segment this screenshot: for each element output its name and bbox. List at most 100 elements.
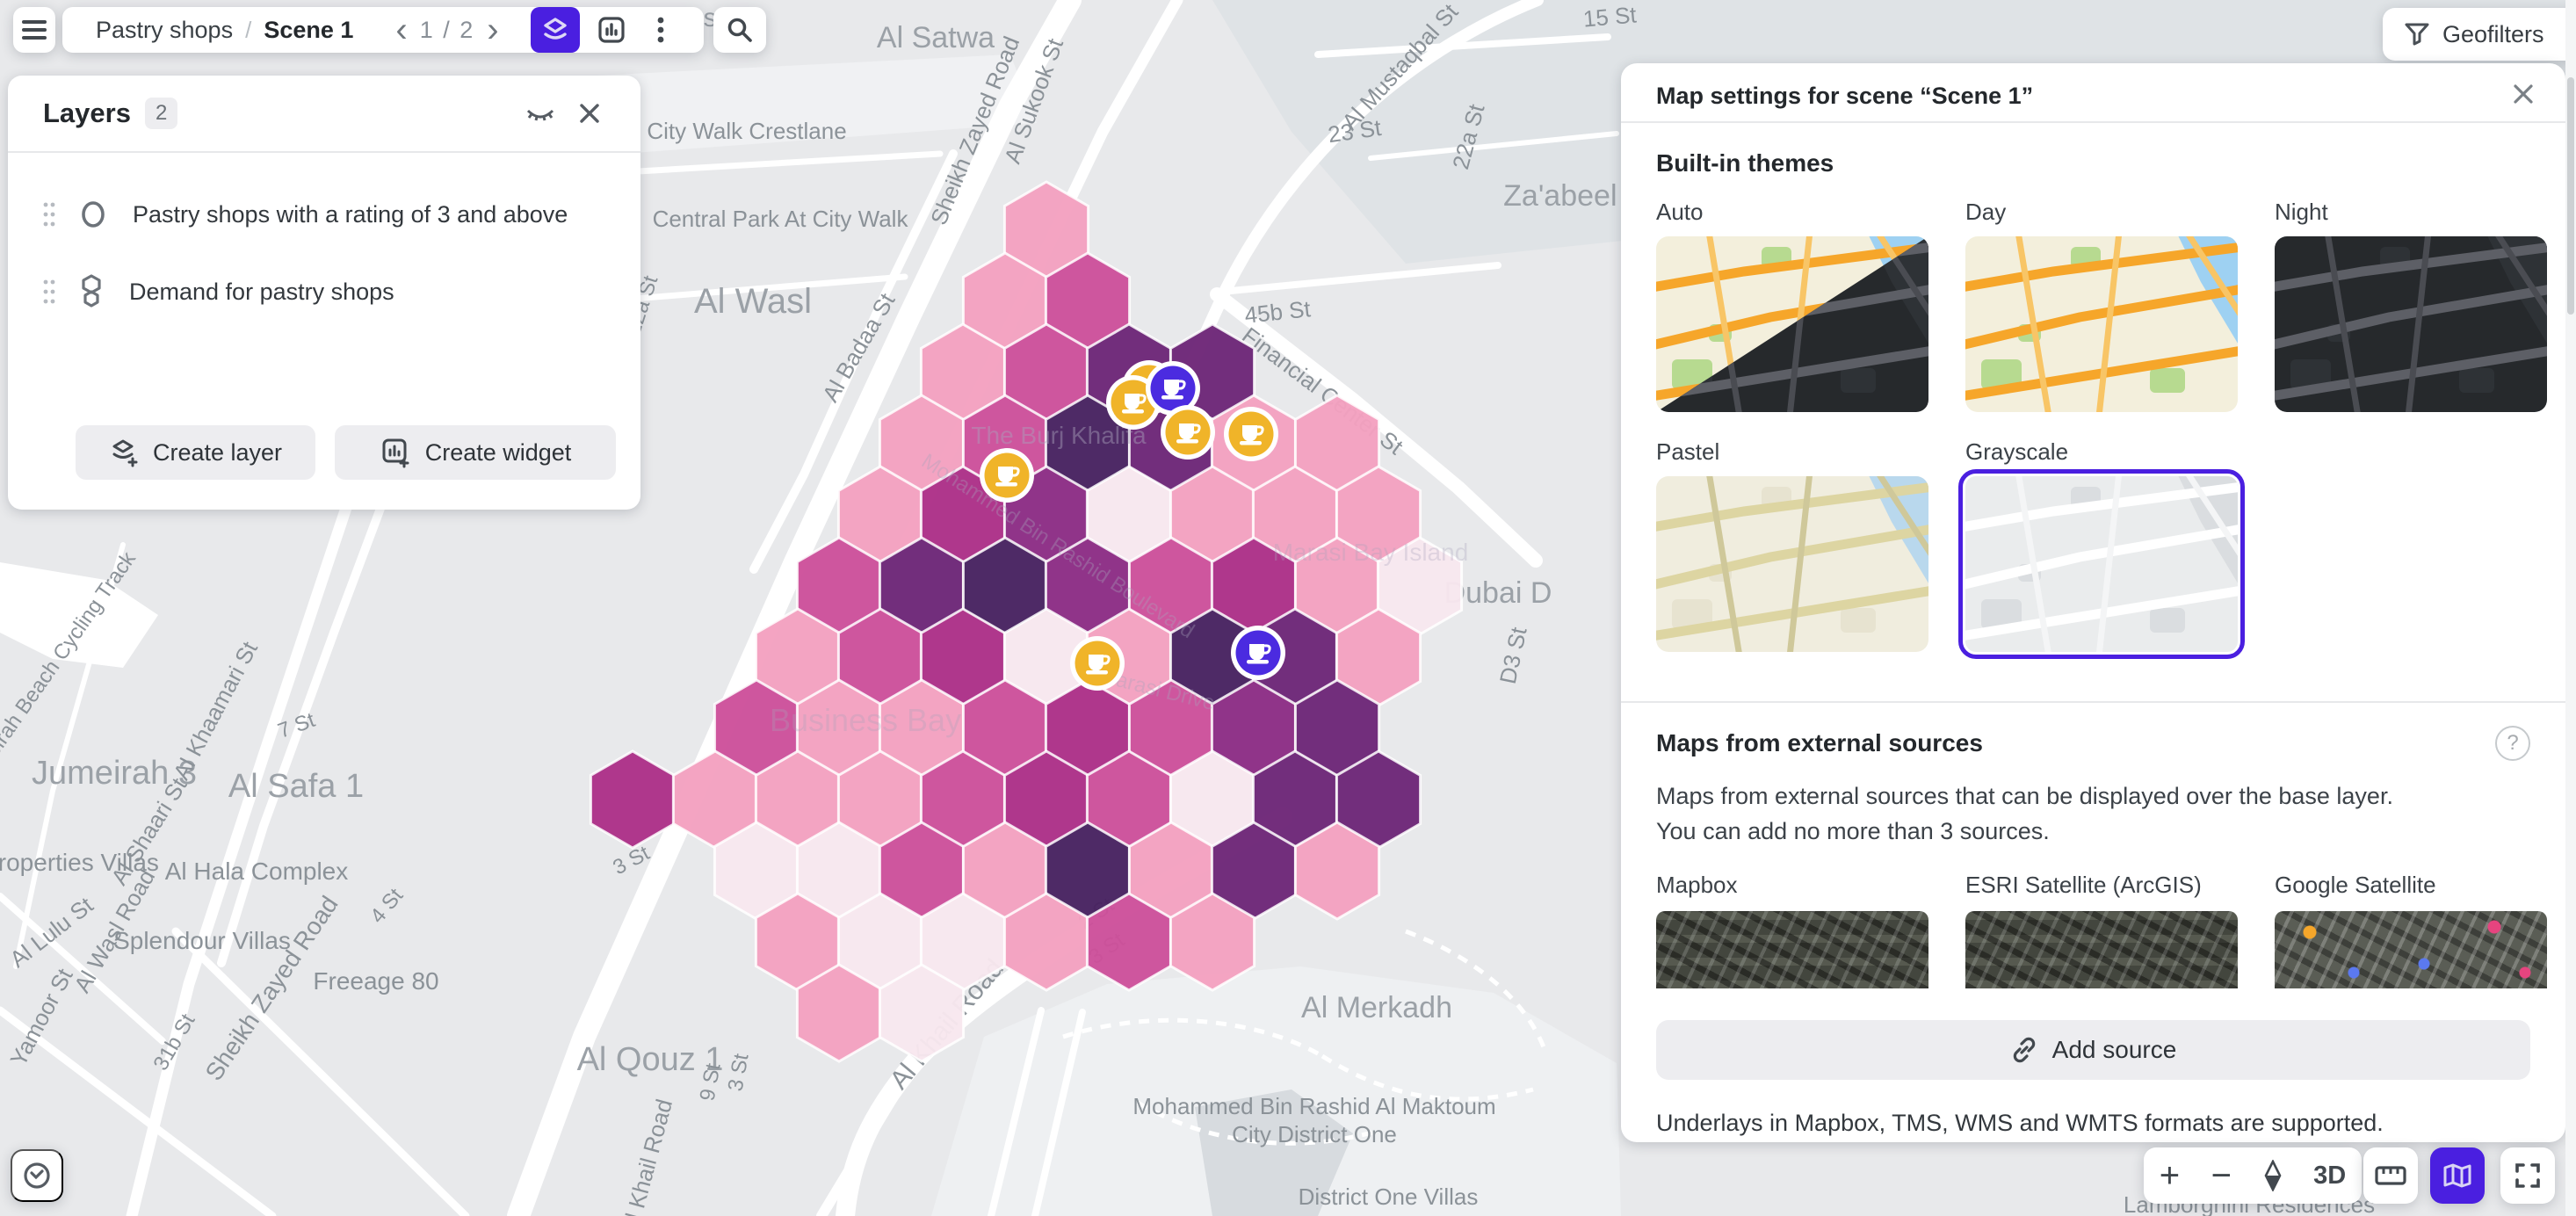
help-icon[interactable]: ? [2495, 726, 2530, 761]
create-widget-button[interactable]: Create widget [335, 425, 616, 480]
map-label: Al Hala Complex [165, 858, 349, 885]
source-thumbnail[interactable] [2275, 911, 2547, 988]
scene-name[interactable]: Scene 1 [264, 17, 353, 44]
fullscreen-icon [2514, 1162, 2541, 1189]
shop-marker-yellow[interactable] [980, 448, 1034, 503]
theme-name: Auto [1656, 199, 1928, 226]
layer-item-1[interactable]: Demand for pastry shops [8, 253, 640, 330]
layer-item-label: Demand for pastry shops [129, 279, 394, 306]
source-name: Google Satellite [2275, 872, 2547, 899]
close-icon [578, 102, 601, 125]
external-sources-title: Maps from external sources [1656, 729, 1983, 757]
layers-panel-title: Layers [43, 98, 131, 129]
shop-marker-yellow[interactable] [1224, 407, 1278, 461]
ruler-icon [2375, 1164, 2406, 1187]
map-label: 15 St [1582, 1, 1639, 32]
map-label: City Walk Crestlane [647, 118, 846, 144]
search-button[interactable] [713, 7, 766, 53]
layers-icon [540, 15, 570, 45]
sources-grid: MapboxESRI Satellite (ArcGIS)Google Sate… [1656, 872, 2530, 988]
map-label: Freeage 80 [313, 967, 438, 995]
theme-name: Night [2275, 199, 2547, 226]
geofilters-button[interactable]: Geofilters [2383, 8, 2576, 61]
drag-handle-icon[interactable] [43, 201, 55, 228]
map-zoom-controls: + − 3D [2144, 1147, 2362, 1204]
source-thumbnail[interactable] [1656, 911, 1928, 988]
window-scrollbar[interactable] [2565, 0, 2576, 1216]
create-layer-icon [109, 438, 139, 467]
next-scene-button[interactable]: › [474, 12, 510, 47]
drag-handle-icon[interactable] [43, 279, 55, 305]
theme-option-grayscale[interactable]: Grayscale [1965, 438, 2238, 652]
layers-count-badge: 2 [145, 98, 177, 129]
external-sources-description: Maps from external sources that can be d… [1656, 778, 2530, 849]
theme-thumbnail[interactable] [1965, 236, 2238, 412]
layer-item-0[interactable]: Pastry shops with a rating of 3 and abov… [8, 176, 640, 253]
clock-icon [21, 1160, 53, 1191]
zoom-out-button[interactable]: − [2211, 1156, 2232, 1196]
basemap-button[interactable] [2430, 1147, 2485, 1204]
create-layer-button[interactable]: Create layer [76, 425, 315, 480]
toggle-3d-button[interactable]: 3D [2313, 1162, 2346, 1191]
compass-button[interactable] [2263, 1160, 2283, 1191]
settings-close-button[interactable] [2511, 82, 2536, 111]
source-option-google-satellite[interactable]: Google Satellite [2275, 872, 2547, 988]
shop-marker-yellow[interactable] [1161, 405, 1215, 460]
chart-icon [597, 15, 626, 45]
layer-item-label: Pastry shops with a rating of 3 and abov… [133, 201, 568, 228]
hexagons-icon [78, 274, 105, 309]
breadcrumb-separator: / [245, 17, 251, 44]
map-label: Al Safa 1 [228, 768, 364, 805]
add-source-button[interactable]: Add source [1656, 1020, 2530, 1080]
measure-button[interactable] [2363, 1147, 2418, 1204]
source-thumbnail[interactable] [1965, 911, 2238, 988]
shop-marker-yellow[interactable] [1070, 636, 1125, 691]
source-option-esri-satellite-arcgis-[interactable]: ESRI Satellite (ArcGIS) [1965, 872, 2238, 988]
map-label: Al Satwa [877, 21, 995, 54]
prev-scene-button[interactable]: ‹ [383, 12, 419, 47]
theme-thumbnail[interactable] [1965, 476, 2238, 652]
map-icon [2442, 1162, 2472, 1189]
funnel-icon [2404, 21, 2430, 47]
map-label: Al Wasl [694, 282, 812, 321]
settings-header: Map settings for scene “Scene 1” [1621, 63, 2565, 123]
map-label: Splendour Villas [113, 927, 291, 954]
theme-option-auto[interactable]: Auto [1656, 199, 1928, 412]
toggle-all-layers-button[interactable] [516, 92, 565, 134]
widgets-button[interactable] [587, 7, 636, 53]
map-settings-panel: Map settings for scene “Scene 1” Built-i… [1621, 63, 2565, 1142]
main-menu-button[interactable] [13, 7, 55, 53]
search-icon [726, 16, 754, 44]
project-name[interactable]: Pastry shops [96, 17, 233, 44]
eye-icon [525, 102, 555, 125]
time-button[interactable] [11, 1149, 63, 1202]
scrollbar-thumb[interactable] [2567, 77, 2574, 315]
layers-panel-header: Layers 2 [8, 76, 640, 153]
builtin-themes-title: Built-in themes [1656, 149, 2530, 177]
map-label: District One Villas [1299, 1183, 1479, 1210]
geofilters-label: Geofilters [2442, 21, 2544, 48]
theme-thumbnail[interactable] [1656, 476, 1928, 652]
theme-option-day[interactable]: Day [1965, 199, 2238, 412]
scene-pagination: 1 / 2 [420, 17, 475, 44]
more-menu-button[interactable] [636, 7, 685, 53]
fullscreen-button[interactable] [2500, 1147, 2555, 1204]
source-name: ESRI Satellite (ArcGIS) [1965, 872, 2238, 899]
hamburger-icon [21, 18, 47, 41]
scene-toolbar: Pastry shops / Scene 1 ‹ 1 / 2 › [62, 7, 704, 53]
layers-panel-close-button[interactable] [565, 92, 614, 134]
theme-thumbnail[interactable] [2275, 236, 2547, 412]
zoom-in-button[interactable]: + [2160, 1156, 2180, 1196]
shop-marker-blue[interactable] [1231, 626, 1285, 680]
app-root: Amalfi Villas by MeraasAl SatwaCity Walk… [0, 0, 2576, 1216]
theme-thumbnail[interactable] [1656, 236, 1928, 412]
theme-option-pastel[interactable]: Pastel [1656, 438, 1928, 652]
kebab-icon [657, 15, 664, 45]
source-option-mapbox[interactable]: Mapbox [1656, 872, 1928, 988]
theme-name: Grayscale [1965, 438, 2238, 466]
layers-toggle-button[interactable] [531, 7, 580, 53]
compass-icon [2263, 1160, 2283, 1191]
formats-footnote: Underlays in Mapbox, TMS, WMS and WMTS f… [1656, 1110, 2530, 1137]
theme-option-night[interactable]: Night [2275, 199, 2547, 412]
circle-icon [78, 199, 108, 229]
